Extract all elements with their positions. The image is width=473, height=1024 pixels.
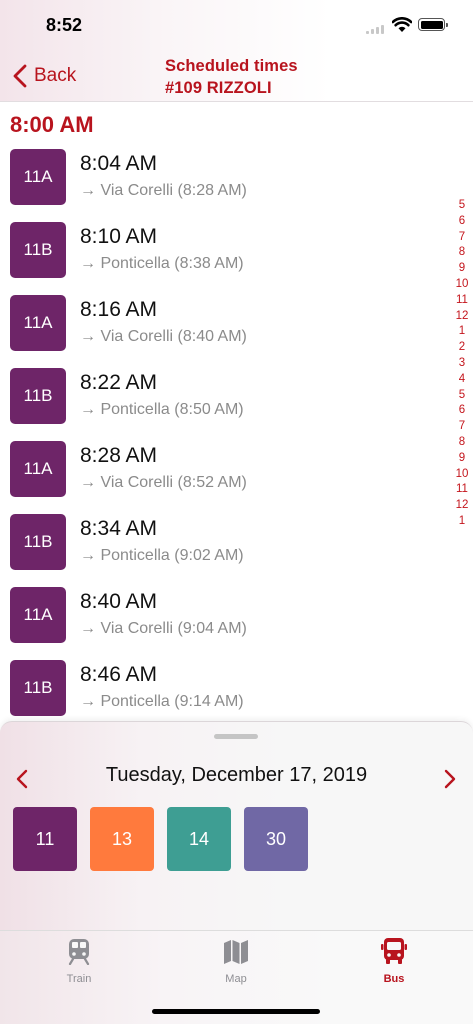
destination-arrival: → Via Corelli (8:52 AM) (80, 474, 247, 491)
back-button[interactable]: Back (12, 60, 76, 92)
route-badge: 11B (10, 514, 66, 570)
hour-index-item[interactable]: 1 (452, 514, 472, 530)
tab-bus[interactable]: Bus (359, 935, 429, 991)
page-title-line2: #109 RIZZOLI (165, 79, 272, 97)
back-label: Back (34, 65, 77, 86)
hour-index-item[interactable]: 6 (452, 214, 472, 230)
departure-time: 8:34 AM (80, 517, 158, 540)
route-badge: 11B (10, 368, 66, 424)
cellular-signal-icon (366, 24, 386, 34)
departure-row[interactable]: 11A 8:28 AM → Via Corelli (8:52 AM) (0, 438, 440, 500)
hour-index-item[interactable]: 10 (452, 467, 472, 483)
departure-row[interactable]: 11A 8:16 AM → Via Corelli (8:40 AM) (0, 292, 440, 354)
hour-index-item[interactable]: 4 (452, 372, 472, 388)
departure-time: 8:46 AM (80, 663, 158, 686)
battery-icon (418, 18, 448, 31)
status-bar: 8:52 (0, 0, 473, 50)
departure-time: 8:16 AM (80, 298, 158, 321)
hour-index-item[interactable]: 9 (452, 261, 472, 277)
hour-index-item[interactable]: 12 (452, 309, 472, 325)
selected-date: Tuesday, December 17, 2019 (105, 764, 368, 786)
route-badge: 11B (10, 222, 66, 278)
sheet-grabber-handle[interactable] (214, 734, 258, 739)
destination-arrival: → Via Corelli (8:40 AM) (80, 328, 247, 345)
page-title: Scheduled times #109 RIZZOLI (165, 55, 298, 99)
line-chip[interactable]: 30 (244, 807, 308, 871)
hour-index-item[interactable]: 8 (452, 435, 472, 451)
departure-time: 8:22 AM (80, 371, 158, 394)
route-badge: 11A (10, 149, 66, 205)
route-badge: 11A (10, 295, 66, 351)
destination-arrival: → Via Corelli (8:28 AM) (80, 182, 247, 199)
tab-train[interactable]: Train (44, 935, 114, 991)
departure-time: 8:28 AM (80, 444, 158, 467)
line-chip[interactable]: 14 (167, 807, 231, 871)
destination-arrival: → Ponticella (9:14 AM) (80, 693, 244, 710)
departure-row[interactable]: 11B 8:34 AM → Ponticella (9:02 AM) (0, 511, 440, 573)
hour-index-item[interactable]: 6 (452, 403, 472, 419)
bottom-sheet: Tuesday, December 17, 2019 11 13 14 30 (0, 721, 473, 931)
departure-row[interactable]: 11B 8:22 AM → Ponticella (8:50 AM) (0, 365, 440, 427)
departure-time: 8:04 AM (80, 152, 158, 175)
departure-row[interactable]: 11B 8:10 AM → Ponticella (8:38 AM) (0, 219, 440, 281)
train-icon (68, 939, 90, 965)
hour-index-item[interactable]: 11 (452, 293, 472, 309)
hour-index-item[interactable]: 3 (452, 356, 472, 372)
departure-row[interactable]: 11A 8:04 AM → Via Corelli (8:28 AM) (0, 146, 440, 208)
page-title-line1: Scheduled times (165, 57, 298, 75)
departure-time: 8:10 AM (80, 225, 158, 248)
tab-bus-label: Bus (383, 973, 405, 985)
departure-time: 8:40 AM (80, 590, 158, 613)
departure-list[interactable]: 11A 8:04 AM → Via Corelli (8:28 AM) 11B … (0, 146, 473, 718)
route-badge: 11A (10, 441, 66, 497)
tab-map[interactable]: Map (201, 935, 271, 991)
hour-index-item[interactable]: 2 (452, 340, 472, 356)
departure-row[interactable]: 11B 8:46 AM → Ponticella (9:14 AM) (0, 657, 440, 718)
hour-index-item[interactable]: 9 (452, 451, 472, 467)
bus-icon (381, 938, 407, 964)
hour-index-item[interactable]: 5 (452, 198, 472, 214)
destination-arrival: → Ponticella (9:02 AM) (80, 547, 244, 564)
tab-map-label: Map (225, 973, 247, 985)
destination-arrival: → Via Corelli (9:04 AM) (80, 620, 247, 637)
hour-index-item[interactable]: 11 (452, 482, 472, 498)
line-chip[interactable]: 13 (90, 807, 154, 871)
line-chip[interactable]: 11 (13, 807, 77, 871)
hour-index-item[interactable]: 7 (452, 419, 472, 435)
destination-arrival: → Ponticella (8:50 AM) (80, 401, 244, 418)
destination-arrival: → Ponticella (8:38 AM) (80, 255, 244, 272)
hour-index-item[interactable]: 1 (452, 324, 472, 340)
chevron-left-icon (13, 64, 27, 88)
tab-train-label: Train (66, 973, 92, 985)
hour-index-item[interactable]: 7 (452, 230, 472, 246)
departure-row[interactable]: 11A 8:40 AM → Via Corelli (9:04 AM) (0, 584, 440, 646)
hour-index-bar[interactable]: 5 6 7 8 9 10 11 12 1 2 3 4 5 6 7 8 9 10 … (452, 198, 472, 530)
route-badge: 11A (10, 587, 66, 643)
hour-index-item[interactable]: 5 (452, 388, 472, 404)
wifi-icon (392, 17, 412, 32)
route-badge: 11B (10, 660, 66, 716)
home-indicator (152, 1009, 320, 1014)
hour-index-item[interactable]: 12 (452, 498, 472, 514)
hour-section-header: 8:00 AM (10, 112, 94, 137)
hour-index-item[interactable]: 8 (452, 245, 472, 261)
map-icon (224, 940, 248, 964)
hour-index-item[interactable]: 10 (452, 277, 472, 293)
chevron-right-icon[interactable] (440, 766, 460, 792)
status-time: 8:52 (46, 15, 83, 35)
